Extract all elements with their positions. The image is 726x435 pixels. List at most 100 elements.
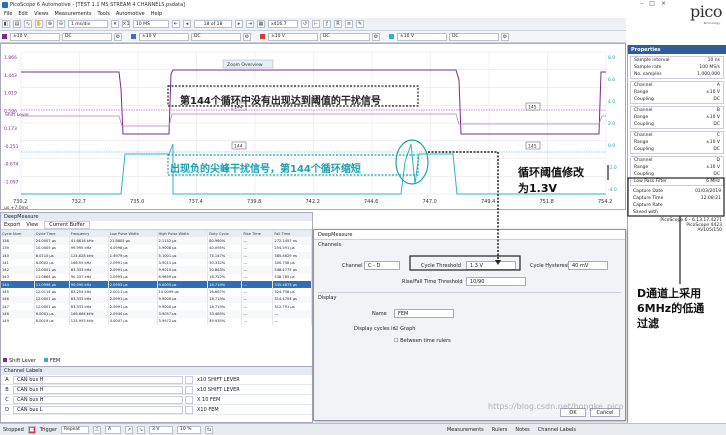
channel-b-coupling[interactable]: DC [191, 32, 241, 41]
column-header[interactable]: High Pulse Width [157, 230, 209, 238]
channel-source-select[interactable]: CAN bus H [13, 375, 183, 384]
name-input[interactable]: FEM [394, 309, 454, 318]
ruler-icon[interactable]: ⊢ [312, 20, 320, 28]
table-row[interactable]: 143 11.0664 μs 90.337 kHz 2.0993 μs 8.9659 μ… [1, 273, 312, 282]
menu-help[interactable]: Help [151, 11, 162, 17]
measure-icon[interactable]: ≡ [345, 20, 353, 28]
falling-edge-icon[interactable]: ↘ [137, 425, 146, 434]
channel-source-select[interactable]: CAN bus L [13, 405, 183, 414]
trigger-level[interactable]: 3 V [149, 425, 174, 434]
channel-a-options-icon[interactable]: ⚙ [114, 32, 122, 41]
buffer-select[interactable]: Current Buffer [44, 221, 90, 229]
channel-b-swatch[interactable] [131, 34, 136, 39]
table-row[interactable]: 146 12.0001 μs 83.333 kHz 2.0991 μs 9.9000 μ… [1, 295, 312, 303]
channel-c-options-icon[interactable]: ⚙ [372, 32, 380, 41]
channel-c-range[interactable]: ±10 V [268, 32, 318, 41]
trigger-hysteresis[interactable]: 10 % [177, 425, 202, 434]
channel-c-coupling[interactable]: DC [320, 32, 370, 41]
channel-c-swatch[interactable] [260, 34, 265, 39]
samples-select[interactable]: 10 MS [133, 20, 169, 28]
menu-measurements[interactable]: Measurements [55, 11, 92, 17]
channel-d-swatch[interactable] [389, 34, 394, 39]
view-button[interactable]: View [26, 222, 38, 228]
table-row[interactable]: 149 8.0019 μs 124.993 kHz 4.0047 μs 3.9972 μ… [1, 317, 312, 325]
menu-file[interactable]: File [4, 11, 12, 17]
table-row[interactable]: 140 8.0110 μs 124.828 kHz 1.4979 μs 5.1001 μ… [1, 251, 312, 260]
more-icon[interactable] [185, 375, 193, 384]
ref-icon[interactable]: R [334, 20, 342, 28]
menu-edit[interactable]: Edit [18, 11, 28, 17]
status-rulers[interactable]: Rulers [492, 427, 508, 433]
table-row[interactable]: 148 6.0001 μs 166.664 kHz 2.0944 μs 3.9057 μ… [1, 310, 312, 318]
x-scale-icon[interactable]: ×1 [122, 20, 130, 28]
maximize-button[interactable]: □ [649, 0, 655, 7]
table-row[interactable]: 144 11.0998 μs 90.090 kHz 2.0993 μs 9.0005 μ… [1, 281, 312, 289]
math-icon[interactable]: ƒ [323, 20, 331, 28]
channel-d-coupling[interactable]: DC [449, 32, 499, 41]
menu-tools[interactable]: Tools [97, 11, 109, 17]
column-header[interactable]: Cycle Time [34, 230, 70, 238]
column-header[interactable]: Cycle Num [1, 230, 35, 238]
channel-a-coupling[interactable]: DC [62, 32, 112, 41]
status-measurements[interactable]: Measurements [447, 427, 484, 433]
menu-views[interactable]: Views [34, 11, 48, 17]
scope-mode-icon[interactable]: ◧ [2, 20, 10, 28]
last-page-icon[interactable]: ⇥ [246, 20, 254, 28]
spectrum-icon[interactable]: ∿ [24, 20, 32, 28]
zoom-in-icon[interactable]: ⊕ [46, 20, 54, 28]
table-row[interactable]: 138 24.0007 μs 41.6616 kHz 21.8805 μs 2.1152… [1, 237, 312, 245]
status-channel-labels[interactable]: Channel Labels [538, 427, 576, 433]
hand-icon[interactable]: ✋ [35, 20, 43, 28]
stop-icon[interactable]: ■ [27, 425, 36, 434]
menu-automotive[interactable]: Automotive [116, 11, 145, 17]
trigger-mode-select[interactable]: Repeat [61, 425, 90, 434]
channel-b-options-icon[interactable]: ⚙ [243, 32, 251, 41]
cycle-hysteresis-input[interactable]: 40 mV [568, 261, 608, 270]
table-row[interactable]: 145 12.0114 μs 83.254 kHz 2.0011 μs 10.0099 … [1, 288, 312, 296]
export-button[interactable]: Export [4, 222, 20, 228]
tab-shift-lever[interactable]: Shift Lever [3, 358, 36, 364]
table-row[interactable]: 141 6.0002 μs 166.59 kHz 2.0991 μs 3.9011 μs… [1, 259, 312, 267]
channel-a-range[interactable]: ±10 V [10, 32, 60, 41]
between-rulers-checkbox[interactable]: ☐ Between time rulers [394, 338, 451, 344]
status-notes[interactable]: Notes [515, 427, 529, 433]
column-header[interactable]: Rise Time [241, 230, 274, 238]
column-header[interactable]: Frequency [69, 230, 109, 238]
zoom-reset-icon[interactable]: ↺ [301, 20, 309, 28]
next-page-icon[interactable]: ▸ [235, 20, 243, 28]
cycle-threshold-input[interactable]: 1.3 V [466, 261, 516, 270]
pretrigger-icon[interactable]: ⇆ [205, 425, 214, 434]
rising-edge-icon[interactable]: ↗ [125, 425, 134, 434]
notes-icon[interactable]: ✎ [356, 20, 364, 28]
timebase-dropdown-icon[interactable]: ▾ [111, 20, 119, 28]
timebase-select[interactable]: 1 ms/div [68, 20, 108, 28]
persistence-icon[interactable]: ▤ [13, 20, 21, 28]
column-header[interactable]: Low Pulse Width [108, 230, 158, 238]
channel-source-select[interactable]: CAN bus H [13, 395, 183, 404]
prev-page-icon[interactable]: ◂ [183, 20, 191, 28]
channel-select[interactable]: C - D [364, 261, 400, 270]
column-header[interactable]: Fall Time [272, 230, 312, 238]
channel-d-options-icon[interactable]: ⚙ [501, 32, 509, 41]
trigger-edge-icon[interactable]: ⎍ [93, 425, 102, 434]
first-page-icon[interactable]: ⇤ [172, 20, 180, 28]
channel-b-range[interactable]: ±10 V [139, 32, 189, 41]
channel-a-swatch[interactable] [2, 34, 7, 39]
overview-icon[interactable]: ▦ [257, 20, 265, 28]
table-row[interactable]: 142 12.0001 μs 83.333 kHz 2.0991 μs 9.9010 μ… [1, 266, 312, 274]
close-button[interactable]: × [661, 0, 666, 7]
column-header[interactable]: Duty Cycle [207, 230, 243, 238]
zoom-out-icon[interactable]: ⊖ [57, 20, 65, 28]
more-icon[interactable] [185, 405, 193, 414]
more-icon[interactable] [185, 385, 193, 394]
minimize-button[interactable]: – [640, 0, 643, 7]
trigger-channel-select[interactable]: A [105, 425, 122, 434]
tab-fem[interactable]: FEM [43, 358, 60, 364]
channel-d-range[interactable]: ±10 V [397, 32, 447, 41]
table-row[interactable]: 139 10.0005 μs 99.995 kHz 4.0998 μs 5.9008 μ… [1, 244, 312, 252]
graph-checkbox[interactable]: ☑ Graph [394, 326, 415, 332]
more-icon[interactable] [185, 395, 193, 404]
table-row[interactable]: 147 12.0001 μs 83.333 kHz 2.0991 μs 9.9000 μ… [1, 302, 312, 311]
channel-source-select[interactable]: CAN bus H [13, 385, 183, 394]
rise-fall-select[interactable]: 10/90 [466, 277, 526, 286]
